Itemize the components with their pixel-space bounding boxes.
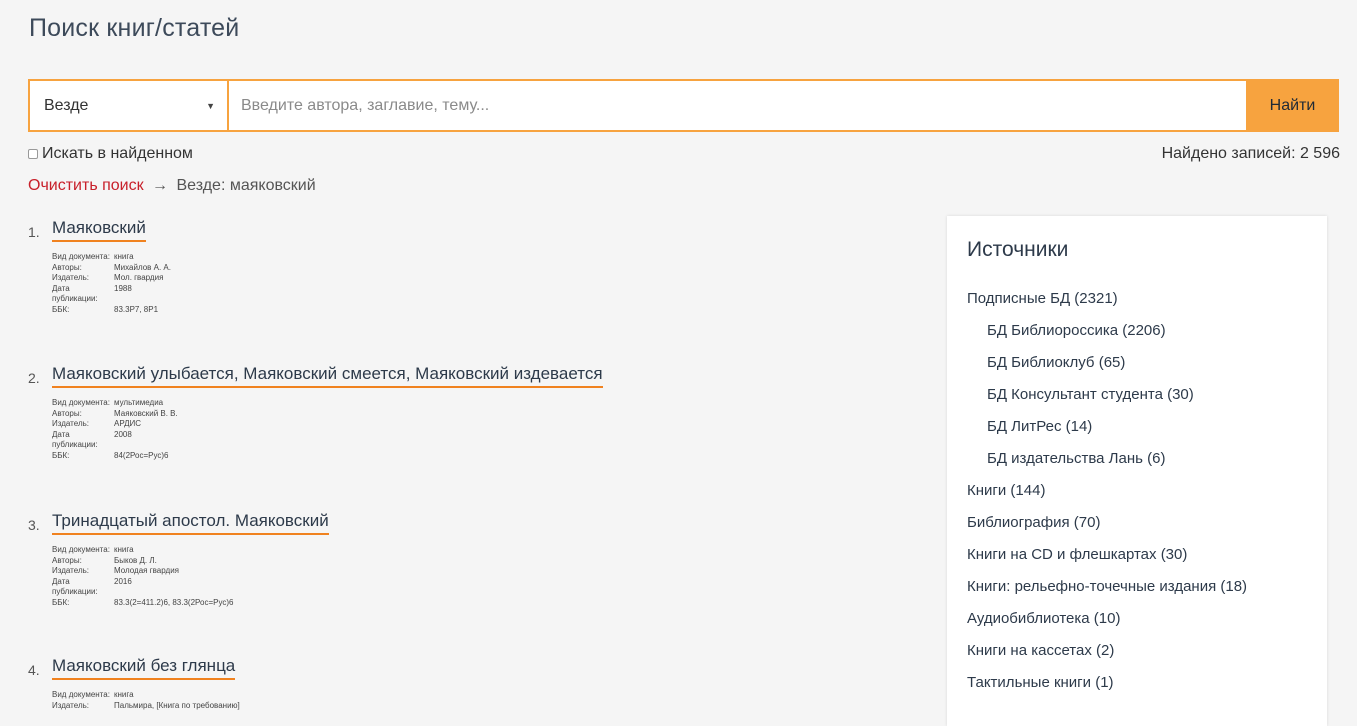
source-link-cd-flash[interactable]: Книги на CD и флешкартах (30) (967, 546, 1187, 563)
search-input[interactable] (228, 79, 1246, 132)
meta-label: Вид документа: (52, 398, 110, 407)
meta-bbk: 83.3(2=411.2)6, 83.3(2Рос=Рус)6 (114, 597, 234, 607)
meta-label: Издатель: (52, 419, 89, 428)
meta-label: ББК: (52, 304, 70, 314)
source-link-bibliorossika[interactable]: БД Библиороссика (2206) (987, 322, 1166, 339)
result-title-link[interactable]: Тринадцатый апостол. Маяковский (52, 511, 329, 535)
result-meta: Вид документа: книга Авторы: Михайлов А. А… (52, 252, 171, 315)
source-link-subscription-db[interactable]: Подписные БД (2321) (967, 290, 1118, 307)
breadcrumb: Очистить поиск → Везде: маяковский (28, 177, 316, 195)
meta-authors: Михайлов А. А. (114, 262, 171, 272)
source-link-bibliography[interactable]: Библиография (70) (967, 514, 1100, 531)
meta-publisher: Молодая гвардия (114, 566, 179, 575)
meta-label: Вид документа: (52, 690, 110, 699)
scope-select[interactable]: Везде ▼ (28, 79, 228, 132)
result-number: 1. (28, 224, 40, 240)
refine-row: Искать в найденном (28, 145, 193, 163)
meta-authors: Быков Д. Л. (114, 555, 157, 565)
search-button[interactable]: Найти (1246, 79, 1339, 132)
sources-panel: Источники Подписные БД (2321) БД Библиор… (947, 216, 1327, 726)
search-in-results-checkbox[interactable] (28, 149, 38, 159)
meta-date: 2008 (114, 429, 132, 439)
source-link-braille[interactable]: Книги: рельефно-точечные издания (18) (967, 578, 1247, 595)
clear-search-link[interactable]: Очистить поиск (28, 177, 144, 194)
result-number: 3. (28, 517, 40, 533)
source-link-biblioclub[interactable]: БД Библиоклуб (65) (987, 354, 1125, 371)
meta-doc-type: мультимедиа (114, 398, 164, 407)
result-number: 2. (28, 370, 40, 386)
search-in-results-label[interactable]: Искать в найденном (42, 145, 193, 163)
meta-publisher: Мол. гвардия (114, 273, 164, 282)
found-count: Найдено записей: 2 596 (1161, 145, 1340, 162)
meta-label: Авторы: (52, 408, 82, 418)
result-number: 4. (28, 662, 40, 678)
arrow-right-icon: → (152, 177, 169, 194)
meta-label: Дата публикации: (52, 576, 98, 597)
source-link-litres[interactable]: БД ЛитРес (14) (987, 418, 1092, 435)
result-title-link[interactable]: Маяковский (52, 218, 146, 242)
meta-bbk: 83.3Р7, 8Р1 (114, 304, 159, 314)
scope-select-value: Везде (44, 96, 89, 114)
source-link-books[interactable]: Книги (144) (967, 482, 1045, 499)
source-link-tactile[interactable]: Тактильные книги (1) (967, 674, 1114, 691)
dropdown-arrow-icon: ▼ (206, 100, 215, 111)
source-link-lan[interactable]: БД издательства Лань (6) (987, 450, 1165, 467)
meta-authors: Маяковский В. В. (114, 408, 178, 418)
meta-label: Издатель: (52, 700, 89, 710)
meta-doc-type: книга (114, 690, 134, 699)
meta-doc-type: книга (114, 545, 134, 554)
meta-bbk: 84(2Рос=Рус)6 (114, 450, 169, 460)
meta-date: 1988 (114, 283, 132, 293)
meta-label: Авторы: (52, 555, 82, 565)
meta-label: Авторы: (52, 262, 82, 272)
source-link-student-consultant[interactable]: БД Консультант студента (30) (987, 386, 1194, 403)
meta-label: Дата публикации: (52, 283, 98, 304)
search-bar: Везде ▼ Найти (28, 79, 1339, 132)
meta-label: Издатель: (52, 273, 89, 282)
meta-label: ББК: (52, 597, 70, 607)
result-meta: Вид документа: мультимедиа Авторы: Маяковс… (52, 398, 178, 461)
meta-label: ББК: (52, 450, 70, 460)
result-meta: Вид документа: книга Издатель: Пальмира, [… (52, 690, 240, 711)
result-meta: Вид документа: книга Авторы: Быков Д. Л. И… (52, 545, 234, 608)
meta-doc-type: книга (114, 252, 134, 261)
meta-label: Вид документа: (52, 252, 110, 261)
result-title-link[interactable]: Маяковский улыбается, Маяковский смеется… (52, 364, 603, 388)
meta-label: Издатель: (52, 566, 89, 575)
sources-title: Источники (967, 238, 1069, 261)
source-link-audiobooks[interactable]: Аудиобиблиотека (10) (967, 610, 1120, 627)
current-query: Везде: маяковский (176, 177, 316, 194)
meta-date: 2016 (114, 576, 132, 586)
meta-label: Вид документа: (52, 545, 110, 554)
source-link-cassettes[interactable]: Книги на кассетах (2) (967, 642, 1114, 659)
result-title-link[interactable]: Маяковский без глянца (52, 656, 236, 680)
meta-label: Дата публикации: (52, 429, 98, 450)
meta-publisher: Пальмира, [Книга по требованию] (114, 700, 240, 710)
meta-publisher: АРДИС (114, 419, 142, 428)
page-title: Поиск книг/статей (29, 14, 240, 42)
